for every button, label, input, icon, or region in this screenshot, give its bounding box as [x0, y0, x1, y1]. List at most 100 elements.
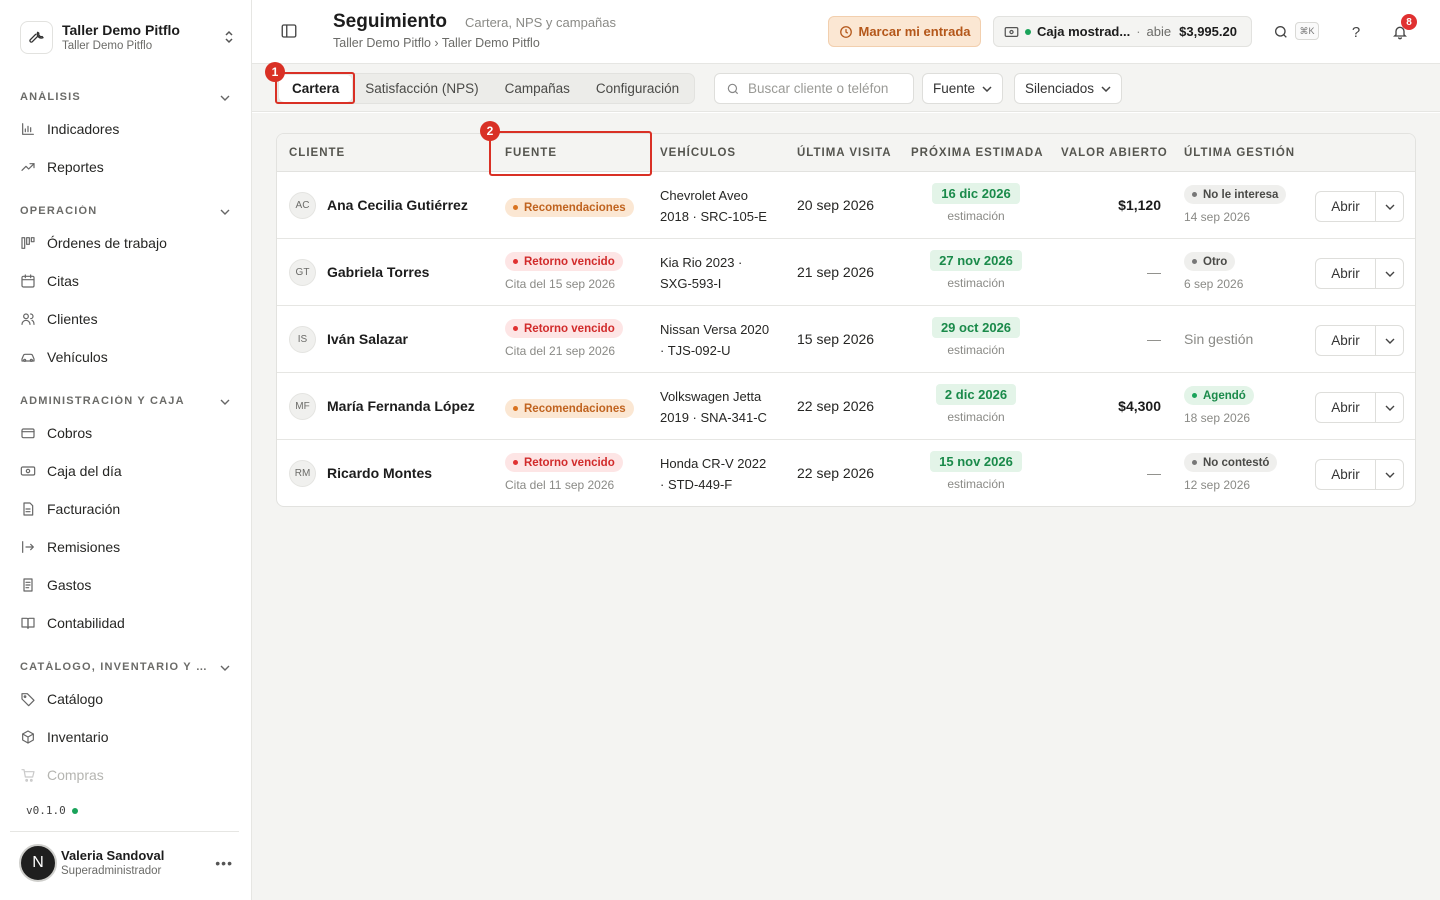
open-value: $4,300 — [1118, 398, 1161, 414]
source-filter[interactable]: Fuente — [922, 73, 1004, 104]
row-actions: Abrir — [1315, 191, 1404, 222]
cart-icon — [20, 767, 36, 783]
sidebar-item-reportes[interactable]: Reportes — [0, 148, 252, 186]
vehicle: Kia Rio 2023 · SXG-593-I — [660, 255, 743, 291]
search-icon — [727, 83, 739, 94]
chevron-down-icon[interactable] — [1376, 460, 1403, 489]
org-name: Taller Demo Pitflo — [62, 22, 180, 38]
client-name: Ana Cecilia Gutiérrez — [327, 197, 468, 213]
vehicle: Volkswagen Jetta 2019 · SNA-341-C — [660, 389, 767, 425]
sidebar-item-contabilidad[interactable]: Contabilidad — [0, 604, 252, 642]
chevron-down-icon[interactable] — [1376, 393, 1403, 422]
help-icon[interactable]: ? — [1346, 22, 1366, 42]
nav-section-header[interactable]: OPERACIÓN — [0, 198, 252, 224]
sidebar-item-label: Cobros — [47, 425, 93, 441]
row-actions: Abrir — [1315, 258, 1404, 289]
sidebar-item-gastos[interactable]: Gastos — [0, 566, 252, 604]
clients-table: CLIENTE FUENTE VEHÍCULOS ÚLTIMA VISITA PRÓXI… — [276, 133, 1416, 507]
sidebar-item-ordenes-de-trabajo[interactable]: Órdenes de trabajo — [0, 224, 252, 262]
sidebar-item-citas[interactable]: Citas — [0, 262, 252, 300]
column-header: PRÓXIMA ESTIMADA — [911, 147, 1044, 159]
open-value: — — [1147, 264, 1161, 280]
column-header: ÚLTIMA VISITA — [797, 147, 892, 159]
source-badge: Retorno vencido — [505, 252, 623, 271]
tab-bar: Cartera Satisfacción (NPS) Campañas Configu… — [276, 73, 696, 104]
document-icon — [20, 501, 36, 517]
tab-1[interactable]: Satisfacción (NPS) — [352, 75, 491, 102]
sidebar-item-indicadores[interactable]: Indicadores — [0, 110, 252, 148]
sidebar-item-cobros[interactable]: Cobros — [0, 414, 252, 452]
sidebar-item-clientes[interactable]: Clientes — [0, 300, 252, 338]
sidebar-item-remisiones[interactable]: Remisiones — [0, 528, 252, 566]
nav-section-header[interactable]: CATÁLOGO, INVENTARIO Y CO... — [0, 654, 252, 680]
cash-icon — [1004, 26, 1019, 37]
chevron-down-icon[interactable] — [1376, 326, 1403, 355]
tab-0[interactable]: Cartera — [279, 75, 353, 102]
avatar: RM — [289, 460, 316, 487]
sidebar-toggle-icon[interactable] — [280, 22, 300, 42]
next-estimate: 15 nov 2026 estimación — [911, 451, 1041, 491]
sidebar-item-caja-del-dia[interactable]: Caja del día — [0, 452, 252, 490]
cash-amount: $3,995.20 — [1179, 24, 1237, 39]
sidebar-item-facturacion[interactable]: Facturación — [0, 490, 252, 528]
open-button[interactable]: Abrir — [1316, 460, 1376, 489]
user-role: Superadministrador — [61, 864, 162, 877]
open-button[interactable]: Abrir — [1316, 259, 1376, 288]
top-header: Seguimiento Cartera, NPS y campañas Talle… — [252, 0, 1440, 64]
client-name: María Fernanda López — [327, 398, 475, 414]
search-icon[interactable] — [1271, 22, 1291, 42]
management-date: 6 sep 2026 — [1184, 277, 1244, 291]
sidebar-item-compras[interactable]: Compras — [0, 756, 252, 794]
muted-filter[interactable]: Silenciados — [1014, 73, 1123, 104]
org-switcher[interactable]: Taller Demo Pitflo Taller Demo Pitflo — [20, 18, 238, 56]
no-management: Sin gestión — [1184, 331, 1254, 347]
status-badge: No contestó — [1184, 453, 1278, 472]
status-badge: No le interesa — [1184, 185, 1287, 204]
client-name: Ricardo Montes — [327, 465, 433, 481]
sidebar-item-vehiculos[interactable]: Vehículos — [0, 338, 252, 376]
source-detail: Cita del 15 sep 2026 — [505, 277, 616, 291]
user-menu[interactable]: N Valeria Sandoval Superadministrador ••… — [19, 843, 241, 883]
app-version: v0.1.0 — [26, 804, 78, 817]
more-icon[interactable]: ••• — [215, 855, 233, 871]
last-visit: 20 sep 2026 — [797, 197, 875, 213]
row-actions: Abrir — [1315, 392, 1404, 423]
nav-section-header[interactable]: ADMINISTRACIÓN Y CAJA — [0, 388, 252, 414]
column-header: VEHÍCULOS — [660, 147, 737, 159]
tab-3[interactable]: Configuración — [583, 75, 692, 102]
nav-section-header[interactable]: ANÁLISIS — [0, 84, 252, 110]
sidebar-item-label: Caja del día — [47, 463, 122, 479]
page-title: Seguimiento — [333, 11, 448, 32]
source-badge: Recomendaciones — [505, 399, 634, 418]
sidebar-item-label: Inventario — [47, 729, 109, 745]
sidebar-item-label: Catálogo — [47, 691, 104, 707]
open-button[interactable]: Abrir — [1316, 192, 1376, 221]
open-button[interactable]: Abrir — [1316, 326, 1376, 355]
avatar: N — [19, 844, 57, 882]
wrench-icon — [20, 20, 53, 54]
book-icon — [20, 615, 36, 631]
search-input[interactable] — [748, 81, 908, 96]
sidebar-item-label: Facturación — [47, 501, 121, 517]
sidebar-item-label: Clientes — [47, 311, 98, 327]
column-header: FUENTE — [505, 147, 557, 159]
source-badge: Retorno vencido — [505, 453, 623, 472]
clock-in-button[interactable]: Marcar mi entrada — [828, 16, 981, 47]
annotation-marker-1: 1 — [265, 62, 285, 82]
cash-register-selector[interactable]: Caja mostrad... · abie $3,995.20 — [993, 16, 1252, 47]
main-content: CLIENTE FUENTE VEHÍCULOS ÚLTIMA VISITA PRÓXI… — [252, 113, 1440, 900]
sidebar-item-catalogo[interactable]: Catálogo — [0, 680, 252, 718]
table-row: IS Iván Salazar Retorno vencido Cita del 21… — [277, 306, 1415, 373]
cash-icon — [20, 463, 36, 479]
open-button[interactable]: Abrir — [1316, 393, 1376, 422]
calendar-icon — [20, 273, 36, 289]
chevron-down-icon[interactable] — [1376, 259, 1403, 288]
sidebar-item-inventario[interactable]: Inventario — [0, 718, 252, 756]
tab-2[interactable]: Campañas — [492, 75, 583, 102]
avatar: GT — [289, 259, 316, 286]
row-actions: Abrir — [1315, 459, 1404, 490]
client-name: Gabriela Torres — [327, 264, 430, 280]
chevron-down-icon[interactable] — [1376, 192, 1403, 221]
table-header: CLIENTE FUENTE VEHÍCULOS ÚLTIMA VISITA PRÓXI… — [277, 134, 1415, 172]
search-box[interactable] — [714, 73, 914, 104]
